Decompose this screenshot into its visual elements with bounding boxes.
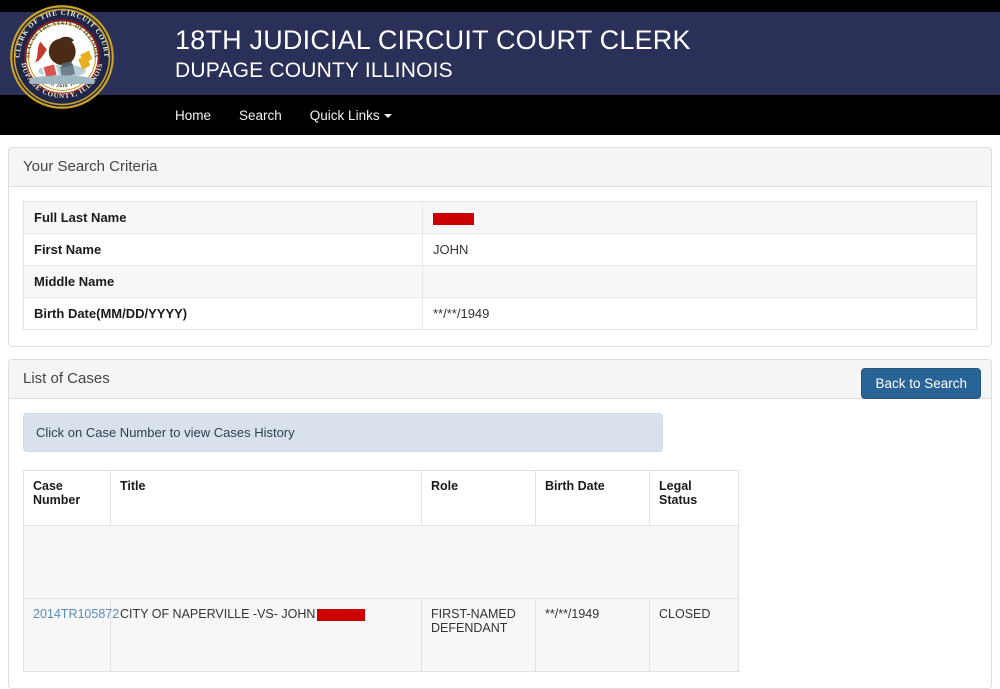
column-header-legal-status: Legal Status (649, 470, 739, 526)
criteria-label-first-name: First Name (23, 233, 423, 266)
table-spacer-row (23, 525, 739, 599)
cell-case-number: 2014TR105872 (23, 598, 119, 672)
criteria-value-birth-date: **/**/1949 (422, 297, 977, 330)
column-header-title: Title (110, 470, 422, 526)
search-criteria-heading: Your Search Criteria (9, 148, 991, 187)
table-row: Full Last Name (23, 201, 977, 234)
site-header-banner: CLERK OF THE CIRCUIT COURT DUPAGE COUNTY… (0, 5, 1000, 109)
criteria-label-full-last-name: Full Last Name (23, 201, 423, 234)
criteria-label-birth-date: Birth Date(MM/DD/YYYY) (34, 306, 188, 321)
court-seal-icon: CLERK OF THE CIRCUIT COURT DUPAGE COUNTY… (10, 5, 114, 109)
search-criteria-body: Full Last Name First Name JOHN Middle Na… (9, 187, 991, 346)
table-row: 2014TR105872 CITY OF NAPERVILLE -VS- JOH… (23, 598, 739, 672)
table-row: First Name JOHN (23, 233, 977, 266)
search-criteria-panel: Your Search Criteria Full Last Name Firs… (8, 147, 992, 347)
redaction-bar (317, 608, 366, 621)
nav-item-quick-links[interactable]: Quick Links (310, 108, 392, 123)
list-of-cases-body: Click on Case Number to view Cases Histo… (9, 399, 991, 688)
column-header-case-number: Case Number (23, 470, 111, 526)
page-content: Your Search Criteria Full Last Name Firs… (0, 147, 1000, 689)
back-to-search-button[interactable]: Back to Search (861, 368, 981, 399)
search-criteria-table: Full Last Name First Name JOHN Middle Na… (23, 201, 977, 330)
cases-results-table: Case Number Title Role Birth Date Legal … (23, 470, 739, 672)
site-subtitle: DUPAGE COUNTY ILLINOIS (175, 59, 453, 82)
column-header-birth-date: Birth Date (535, 470, 650, 526)
cases-history-info-alert: Click on Case Number to view Cases Histo… (23, 413, 663, 452)
table-row: Middle Name (23, 265, 977, 298)
top-black-strip (0, 0, 1000, 12)
nav-item-quick-links-label: Quick Links (309, 107, 380, 123)
nav-item-search[interactable]: Search (239, 108, 282, 123)
criteria-label-middle-name: Middle Name (23, 265, 423, 298)
banner-title-group: 18TH JUDICIAL CIRCUIT COURT CLERK DUPAGE… (175, 24, 691, 85)
table-spacer-cell (23, 525, 739, 599)
criteria-value-middle-name (422, 265, 977, 298)
cell-role: FIRST-NAMED DEFENDANT (421, 598, 536, 672)
list-of-cases-heading: List of Cases (9, 360, 991, 399)
criteria-value-full-last-name (422, 201, 977, 234)
list-of-cases-panel: List of Cases Back to Search Click on Ca… (8, 359, 992, 689)
cell-title: CITY OF NAPERVILLE -VS- JOHN (110, 598, 422, 672)
case-title-text: CITY OF NAPERVILLE -VS- JOHN (120, 607, 316, 621)
chevron-down-icon (383, 113, 392, 118)
column-header-role: Role (421, 470, 536, 526)
site-title: 18TH JUDICIAL CIRCUIT COURT CLERK (175, 25, 691, 55)
criteria-value-first-name: JOHN (422, 233, 977, 266)
redaction-bar (433, 212, 474, 225)
case-number-link[interactable]: 2014TR105872 (33, 607, 119, 621)
nav-item-home[interactable]: Home (175, 108, 211, 123)
table-row: Birth Date(MM/DD/YYYY) **/**/1949 (24, 297, 977, 330)
table-header-row: Case Number Title Role Birth Date Legal … (23, 470, 739, 526)
cell-birth-date: **/**/1949 (535, 598, 650, 672)
cell-legal-status: CLOSED (649, 598, 739, 672)
main-navigation-bar: Home Search Quick Links (0, 95, 1000, 135)
